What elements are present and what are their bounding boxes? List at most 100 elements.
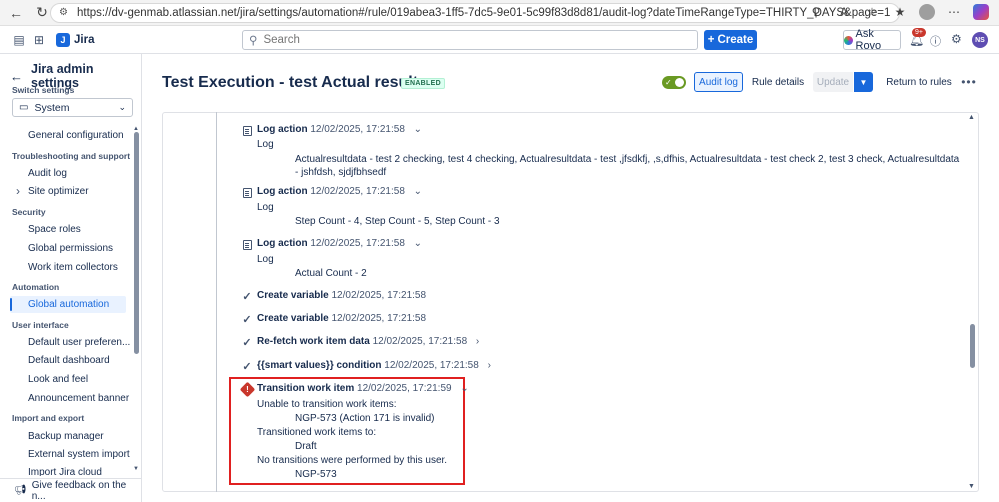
chevron-right-icon[interactable]: ›	[476, 336, 479, 347]
entry-action: Transition work item	[257, 383, 355, 394]
entry-timestamp: 12/02/2025, 17:21:58	[310, 186, 405, 197]
more-options-icon[interactable]: •••	[961, 72, 977, 92]
scroll-down-arrow-icon[interactable]: ▼	[133, 466, 139, 472]
entry-timestamp: 12/02/2025, 17:21:58	[384, 360, 479, 371]
sidebar-item-backup-manager[interactable]: Backup manager	[28, 431, 104, 442]
scroll-down-arrow-icon[interactable]: ▼	[968, 483, 975, 490]
gear-icon[interactable]: ⚙	[951, 32, 962, 46]
user-avatar[interactable]: NS	[972, 32, 988, 48]
jira-home-link[interactable]: J Jira	[56, 33, 94, 47]
jira-top-navigation: ▤ ⊞ J Jira ⚲ + Create Ask Rovo 🔔︎ 9+ ⓘ ⚙…	[0, 26, 999, 54]
ask-rovo-label: Ask Rovo	[855, 28, 882, 52]
entry-action: Log action	[257, 124, 308, 135]
read-aloud-icon[interactable]: A	[835, 3, 853, 21]
zoom-icon[interactable]: ⚲	[807, 3, 825, 21]
copilot-icon[interactable]	[973, 4, 989, 20]
rule-details-button[interactable]: Rule details	[751, 72, 805, 92]
log-entry-header: Create variable 12/02/2025, 17:21:58	[257, 290, 426, 301]
create-button[interactable]: + Create	[704, 30, 757, 50]
transitioned-label: Transitioned work items to:	[257, 427, 377, 438]
main-scrollbar-track[interactable]	[968, 112, 976, 492]
url-text: https://dv-genmab.atlassian.net/jira/set…	[77, 7, 891, 19]
main-scrollbar-thumb[interactable]	[970, 324, 975, 368]
sidebar-item-import-jira-cloud[interactable]: Import Jira cloud	[28, 467, 102, 476]
sidebar-item-default-user-preferences[interactable]: Default user preferen...	[28, 337, 130, 348]
sidebar-heading-automation: Automation	[12, 282, 60, 292]
sidebar-item-work-item-collectors[interactable]: Work item collectors	[28, 262, 118, 273]
chevron-down-icon[interactable]: ⌄	[414, 124, 422, 135]
check-icon: ✓	[242, 313, 252, 326]
entry-timestamp: 12/02/2025, 17:21:58	[310, 124, 405, 135]
address-bar[interactable]: ⚙ https://dv-genmab.atlassian.net/jira/s…	[50, 3, 900, 23]
log-entry-header[interactable]: Log action 12/02/2025, 17:21:58 ⌄	[257, 238, 422, 249]
plus-icon: +	[707, 34, 715, 46]
switch-settings-select[interactable]: ▭ System ⌄	[12, 98, 133, 117]
favorites-list-icon[interactable]: ★	[891, 3, 909, 21]
scroll-up-arrow-icon[interactable]: ▲	[133, 126, 139, 132]
return-to-rules-button[interactable]: Return to rules	[885, 72, 953, 92]
sidebar-item-global-permissions[interactable]: Global permissions	[28, 243, 113, 254]
timeline-line	[216, 112, 217, 492]
chevron-down-icon[interactable]: ⌄	[414, 238, 422, 249]
scroll-up-arrow-icon[interactable]: ▲	[968, 114, 975, 121]
give-feedback-link[interactable]: 📢︎ Give feedback on the n...	[0, 478, 142, 502]
log-detail-text: Step Count - 4, Step Count - 5, Step Cou…	[295, 216, 500, 227]
monitor-icon: ▭	[19, 102, 29, 113]
sidebar-item-general-configuration[interactable]: General configuration	[28, 130, 124, 141]
browser-profile-avatar[interactable]	[919, 4, 935, 20]
notification-badge: 9+	[912, 28, 926, 37]
log-sub-label: Log	[257, 202, 274, 213]
log-entry-header[interactable]: Re-fetch work item data 12/02/2025, 17:2…	[257, 336, 479, 347]
refresh-icon[interactable]: ↻	[32, 3, 52, 23]
check-icon: ✓	[242, 336, 252, 349]
app-switcher-icon[interactable]: ⊞	[30, 31, 48, 49]
audit-log-button[interactable]: Audit log	[694, 72, 743, 92]
ask-rovo-button[interactable]: Ask Rovo	[843, 28, 901, 52]
entry-action: {{smart values}} condition	[257, 360, 382, 371]
log-entry-header[interactable]: Log action 12/02/2025, 17:21:58 ⌄	[257, 124, 422, 135]
feedback-label: Give feedback on the n...	[31, 479, 127, 502]
log-entry-header[interactable]: Log action 12/02/2025, 17:21:58 ⌄	[257, 186, 422, 197]
entry-action: Re-fetch work item data	[257, 336, 370, 347]
sidebar-item-announcement-banner[interactable]: Announcement banner	[28, 393, 129, 404]
entry-timestamp: 12/02/2025, 17:21:58	[310, 238, 405, 249]
sidebar-item-external-system-import[interactable]: External system import	[28, 449, 130, 460]
update-button[interactable]: Update	[813, 72, 853, 92]
no-transitions-label: No transitions were performed by this us…	[257, 455, 448, 466]
browser-menu-icon[interactable]: ⋯	[945, 3, 963, 21]
rule-enabled-toggle[interactable]: ✓	[662, 76, 686, 89]
log-sub-label: Log	[257, 254, 274, 265]
sidebar-item-global-automation[interactable]: Global automation	[28, 299, 109, 310]
sidebar-scrollbar-thumb[interactable]	[134, 132, 139, 354]
log-entry-header[interactable]: {{smart values}} condition 12/02/2025, 1…	[257, 360, 491, 371]
create-label: Create	[717, 34, 754, 46]
entry-timestamp: 12/02/2025, 17:21:58	[331, 313, 427, 324]
search-input[interactable]	[263, 34, 684, 46]
search-icon: ⚲	[249, 35, 258, 47]
search-box[interactable]: ⚲	[242, 30, 698, 50]
sidebar-heading-user-interface: User interface	[12, 320, 69, 330]
sidebar-item-default-dashboard[interactable]: Default dashboard	[28, 355, 110, 366]
log-entry-header[interactable]: Transition work item 12/02/2025, 17:21:5…	[257, 383, 469, 394]
no-transitions-detail: NGP-573	[295, 469, 337, 480]
megaphone-icon: 📢︎	[14, 485, 27, 496]
status-badge: ENABLED	[401, 78, 445, 89]
chevron-down-icon: ⌄	[118, 102, 126, 112]
sidebar-item-audit-log[interactable]: Audit log	[28, 168, 67, 179]
back-arrow-icon[interactable]: ←	[6, 3, 26, 23]
update-dropdown-button[interactable]: ▼	[854, 72, 873, 92]
log-sub-label: Log	[257, 139, 274, 150]
chevron-down-icon[interactable]: ⌄	[460, 383, 468, 394]
sidebar-item-look-and-feel[interactable]: Look and feel	[28, 374, 88, 385]
sidebar-toggle-icon[interactable]: ▤	[10, 31, 28, 49]
entry-timestamp: 12/02/2025, 17:21:58	[372, 336, 468, 347]
back-arrow-icon[interactable]: ←	[10, 69, 23, 84]
sidebar-item-space-roles[interactable]: Space roles	[28, 224, 81, 235]
entry-timestamp: 12/02/2025, 17:21:58	[331, 290, 427, 301]
sidebar-item-site-optimizer[interactable]: Site optimizer	[16, 184, 88, 198]
chevron-right-icon[interactable]: ›	[488, 360, 491, 371]
chevron-down-icon[interactable]: ⌄	[414, 186, 422, 197]
site-info-icon[interactable]: ⚙	[59, 7, 71, 19]
favorite-star-icon[interactable]: ☆	[863, 3, 881, 21]
help-icon[interactable]: ⓘ	[930, 33, 941, 49]
